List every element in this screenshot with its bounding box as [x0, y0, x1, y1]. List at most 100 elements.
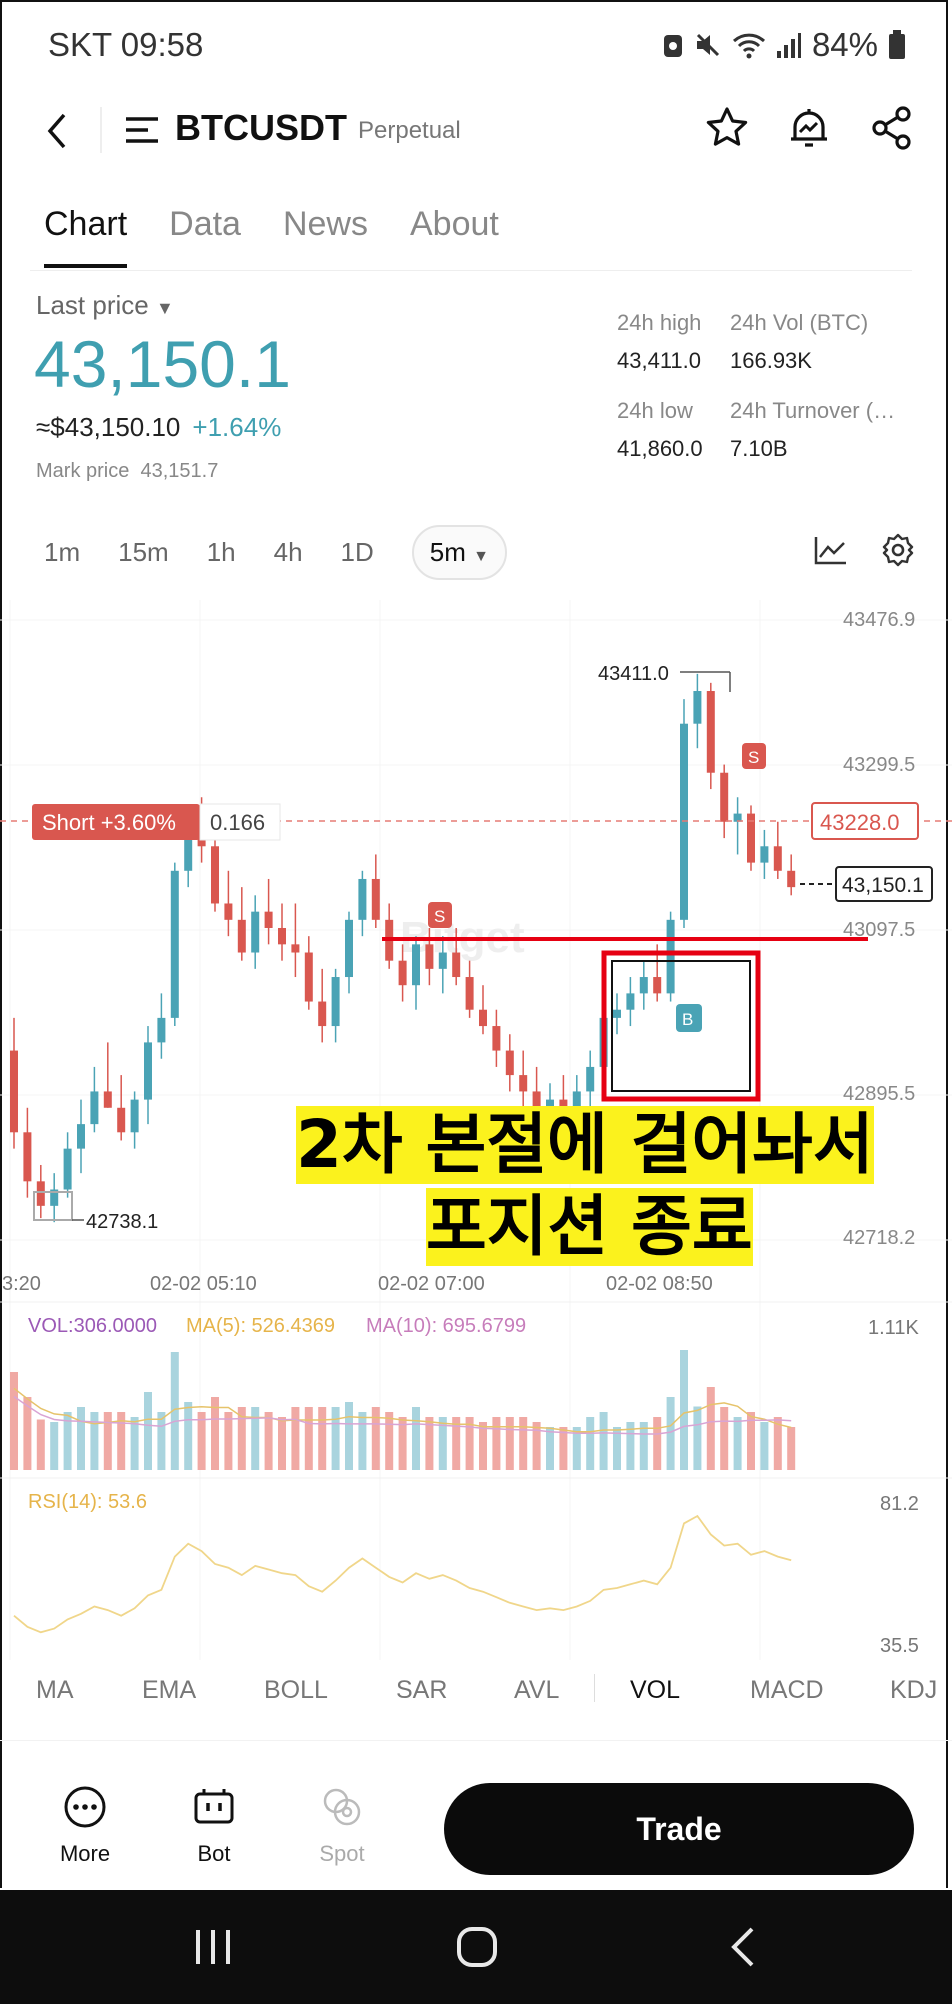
candle: [706, 691, 715, 773]
candle: [211, 846, 219, 904]
line-chart-icon[interactable]: [814, 535, 848, 565]
status-bar: SKT 09:58 84%: [0, 0, 952, 90]
bot-label: Bot: [197, 1841, 231, 1866]
mark-price-value: 43,151.7: [140, 460, 219, 482]
rsi-line: [13, 1514, 792, 1634]
annotation: 2차 본절에 걸어놔서 포지션 종료: [296, 1106, 912, 1266]
y-tick: 43476.9: [843, 609, 915, 631]
annotation-line-1: 2차 본절에 걸어놔서: [296, 1106, 874, 1184]
signal-icon: [776, 33, 801, 58]
position-qty: 0.166: [210, 810, 265, 835]
candle: [653, 977, 662, 994]
volume-bar: [519, 1417, 528, 1470]
volume-bar: [10, 1372, 18, 1470]
candle: [787, 870, 796, 888]
carrier-time: SKT 09:58: [48, 26, 204, 63]
candle: [63, 1148, 72, 1190]
candle: [680, 723, 688, 920]
symbol-title[interactable]: BTCUSDT: [175, 107, 347, 149]
volume-bar: [144, 1392, 152, 1470]
tab-news[interactable]: News: [283, 205, 368, 268]
volume-bar: [157, 1412, 166, 1470]
candle: [666, 919, 675, 994]
volume-bar: [371, 1407, 380, 1470]
x-tick: 3:20: [2, 1273, 41, 1295]
short-badge-text: Short +3.60%: [42, 810, 176, 835]
back-arrow-icon[interactable]: [44, 111, 68, 151]
settings-gear-icon[interactable]: [880, 532, 916, 568]
tab-chart[interactable]: Chart: [44, 205, 128, 268]
indicator-boll[interactable]: BOLL: [264, 1676, 328, 1705]
price-alert-icon[interactable]: [786, 105, 832, 151]
menu-icon[interactable]: [124, 115, 160, 145]
wifi-icon: [732, 33, 765, 59]
mark-price-label: Mark price: [36, 460, 130, 482]
ma10-label: MA(10): 695.6799: [366, 1315, 526, 1337]
system-nav-bar: [0, 1890, 952, 2004]
candle: [331, 977, 340, 1027]
candle: [505, 1050, 514, 1076]
indicator-divider: [594, 1674, 595, 1702]
candle: [398, 960, 407, 986]
tab-about[interactable]: About: [410, 205, 499, 268]
volume-bar: [720, 1407, 729, 1470]
bot-button[interactable]: Bot: [164, 1785, 264, 1867]
interval-1d[interactable]: 1D: [341, 537, 374, 568]
candle: [170, 870, 179, 1018]
volume-bar: [77, 1407, 85, 1470]
candle: [492, 1026, 501, 1051]
caret-down-icon: ▼: [473, 548, 489, 565]
battery-icon: [889, 30, 905, 59]
volume-bar: [733, 1417, 742, 1470]
divider: [100, 107, 102, 153]
spot-icon: [323, 1788, 361, 1826]
favorite-star-icon[interactable]: [704, 105, 750, 151]
candle: [10, 1050, 18, 1133]
indicator-vol[interactable]: VOL: [630, 1676, 680, 1705]
share-icon[interactable]: [870, 105, 914, 151]
volume-bar: [278, 1417, 286, 1470]
indicator-ema[interactable]: EMA: [142, 1676, 196, 1705]
interval-selector[interactable]: 5m ▼: [411, 525, 507, 580]
indicator-avl[interactable]: AVL: [514, 1676, 559, 1705]
indicator-sar[interactable]: SAR: [396, 1676, 447, 1705]
volume-bar: [90, 1412, 99, 1470]
interval-1m[interactable]: 1m: [44, 537, 80, 568]
buy-marker-text: B: [682, 1010, 693, 1029]
x-tick: 02-02 05:10: [150, 1273, 257, 1295]
usd-price: ≈$43,150.10: [36, 412, 181, 442]
interval-4h[interactable]: 4h: [274, 537, 303, 568]
interval-15m[interactable]: 15m: [118, 537, 169, 568]
stat-value: 41,860.0: [617, 436, 703, 461]
contract-type: Perpetual: [358, 117, 461, 144]
stat-value: 43,411.0: [617, 348, 702, 373]
volume-bar: [103, 1412, 112, 1470]
main-tabs: Chart Data News About: [44, 205, 499, 268]
vol-max-label: 1.11K: [868, 1317, 919, 1339]
volume-bar: [586, 1417, 595, 1470]
interval-1h[interactable]: 1h: [207, 537, 236, 568]
indicator-kdj[interactable]: KDJ: [890, 1676, 937, 1705]
tab-data[interactable]: Data: [169, 205, 241, 268]
candle: [425, 944, 434, 969]
home-icon[interactable]: [456, 1926, 498, 1968]
indicator-macd[interactable]: MACD: [750, 1676, 824, 1705]
candle: [224, 903, 233, 920]
bot-icon: [194, 1789, 234, 1824]
last-price-selector[interactable]: Last price ▼: [36, 290, 174, 321]
candle: [626, 993, 635, 1010]
volume-bar: [546, 1427, 554, 1470]
candle: [90, 1091, 99, 1125]
volume-bar: [251, 1407, 260, 1470]
more-button[interactable]: More: [35, 1785, 135, 1867]
candle: [264, 911, 273, 928]
candle: [586, 1066, 595, 1092]
recents-icon[interactable]: [192, 1928, 234, 1966]
back-nav-icon[interactable]: [728, 1926, 758, 1968]
indicator-ma[interactable]: MA: [36, 1676, 74, 1705]
spot-button[interactable]: Spot: [292, 1785, 392, 1867]
stat-label: 24h Turnover (…: [730, 398, 896, 423]
candle: [130, 1099, 139, 1133]
more-label: More: [59, 1841, 111, 1866]
trade-button[interactable]: Trade: [444, 1783, 914, 1875]
